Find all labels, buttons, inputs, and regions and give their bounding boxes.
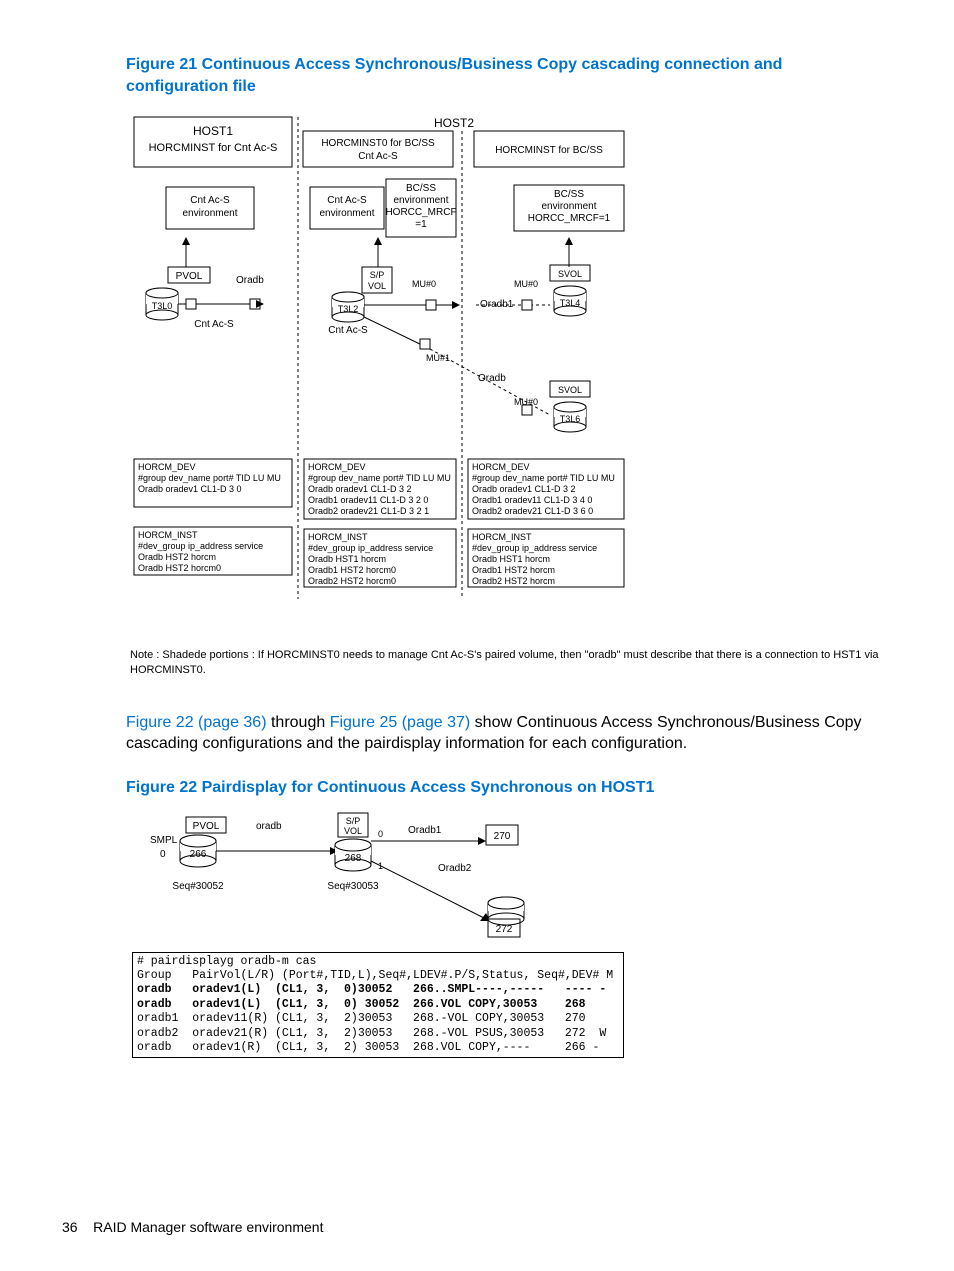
svg-text:0: 0 (378, 829, 383, 839)
svg-text:environment: environment (393, 195, 448, 206)
svg-text:VOL: VOL (368, 281, 386, 291)
svg-text:Seq#30052: Seq#30052 (172, 881, 224, 892)
svg-text:Oradb: Oradb (478, 373, 506, 384)
svg-text:=1: =1 (415, 219, 427, 230)
svg-text:PVOL: PVOL (176, 271, 203, 282)
svg-text:T3L2: T3L2 (338, 304, 359, 314)
svg-text:Cnt Ac-S: Cnt Ac-S (190, 195, 230, 206)
svg-text:HORCMINST0 for BC/SS: HORCMINST0 for BC/SS (321, 138, 435, 149)
svg-text:SMPL: SMPL (150, 835, 178, 846)
svg-text:environment: environment (182, 208, 237, 219)
figure-21-note: Note : Shadede portions : If HORCMINST0 … (130, 648, 889, 678)
svg-text:Oradb2: Oradb2 (438, 863, 472, 874)
figure-22-diagram: PVOL oradb SMPL 0 266 Seq#30052 S/P VOL … (138, 811, 558, 941)
page-footer: 36 RAID Manager software environment (62, 1219, 323, 1235)
svg-text:Oradb2 HST2 horcm: Oradb2 HST2 horcm (472, 576, 555, 586)
svg-text:272: 272 (496, 924, 513, 935)
svg-text:Oradb HST2 horcm: Oradb HST2 horcm (138, 552, 216, 562)
svg-text:HOST2: HOST2 (434, 116, 474, 130)
figure-22-code: # pairdisplayg oradb-m cas Group PairVol… (132, 952, 624, 1059)
svg-text:#dev_group ip_address servic: #dev_group ip_address service (308, 543, 433, 553)
svg-text:HORCM_INST: HORCM_INST (308, 532, 368, 542)
svg-text:Oradb2 oradev21 CL1-D 3 6 0: Oradb2 oradev21 CL1-D 3 6 0 (472, 506, 593, 516)
figure-22-title: Figure 22 Pairdisplay for Continuous Acc… (126, 777, 889, 799)
svg-text:Oradb1: Oradb1 (408, 825, 442, 836)
svg-text:environment: environment (541, 201, 596, 212)
svg-text:BC/SS: BC/SS (406, 183, 436, 194)
svg-text:Oradb1 oradev11 CL1-D 3 4 0: Oradb1 oradev11 CL1-D 3 4 0 (472, 495, 592, 505)
svg-text:HORCMINST for Cnt Ac-S: HORCMINST for Cnt Ac-S (149, 142, 278, 154)
svg-text:HORCM_INST: HORCM_INST (138, 530, 198, 540)
svg-text:Cnt Ac-S: Cnt Ac-S (328, 325, 368, 336)
svg-text:Cnt Ac-S: Cnt Ac-S (358, 151, 398, 162)
figure-21-title: Figure 21 Continuous Access Synchronous/… (126, 54, 889, 97)
svg-text:HORCM_INST: HORCM_INST (472, 532, 532, 542)
svg-text:#dev_group ip_address servic: #dev_group ip_address service (138, 541, 263, 551)
svg-text:#group dev_name port# TID LU M: #group dev_name port# TID LU MU (138, 473, 281, 483)
svg-text:Oradb oradev1 CL1-D 3 0: Oradb oradev1 CL1-D 3 0 (138, 484, 242, 494)
svg-text:PVOL: PVOL (193, 821, 220, 832)
svg-text:#group dev_name port# TID LU M: #group dev_name port# TID LU MU (472, 473, 615, 483)
footer-title: RAID Manager software environment (93, 1219, 323, 1235)
svg-text:HORCC_MRCF: HORCC_MRCF (385, 207, 456, 218)
svg-text:S/P: S/P (370, 270, 385, 280)
svg-text:Oradb1 HST2 horcm: Oradb1 HST2 horcm (472, 565, 555, 575)
svg-text:Oradb HST1 horcm: Oradb HST1 horcm (308, 554, 386, 564)
svg-text:Cnt Ac-S: Cnt Ac-S (327, 195, 367, 206)
svg-text:270: 270 (494, 831, 511, 842)
svg-text:Seq#30053: Seq#30053 (327, 881, 379, 892)
svg-text:HORCC_MRCF=1: HORCC_MRCF=1 (528, 213, 611, 224)
svg-text:0: 0 (160, 849, 166, 860)
svg-text:Oradb oradev1 CL1-D 3 2: Oradb oradev1 CL1-D 3 2 (472, 484, 576, 494)
svg-text:HOST1: HOST1 (193, 124, 233, 138)
svg-text:266: 266 (190, 849, 207, 860)
svg-text:VOL: VOL (344, 826, 362, 836)
figure-21-diagram: HOST1 HORCMINST for Cnt Ac-S HOST2 HORCM… (126, 109, 726, 629)
svg-text:Oradb1 oradev11 CL1-D 3 2 0: Oradb1 oradev11 CL1-D 3 2 0 (308, 495, 428, 505)
svg-text:Oradb oradev1 CL1-D 3 2: Oradb oradev1 CL1-D 3 2 (308, 484, 412, 494)
svg-text:environment: environment (319, 208, 374, 219)
svg-text:S/P: S/P (346, 816, 361, 826)
svg-text:HORCM_DEV: HORCM_DEV (138, 462, 196, 472)
svg-text:T3L4: T3L4 (560, 298, 581, 308)
svg-text:T3L6: T3L6 (560, 414, 581, 424)
svg-text:SVOL: SVOL (558, 385, 582, 395)
svg-text:Oradb HST2 horcm0: Oradb HST2 horcm0 (138, 563, 221, 573)
svg-text:Oradb1 HST2 horcm0: Oradb1 HST2 horcm0 (308, 565, 396, 575)
svg-text:SVOL: SVOL (558, 269, 582, 279)
link-figure-22[interactable]: Figure 22 (page 36) (126, 714, 267, 731)
svg-text:MU#0: MU#0 (514, 279, 538, 289)
svg-text:Cnt Ac-S: Cnt Ac-S (194, 319, 234, 330)
svg-text:Oradb2 HST2 horcm0: Oradb2 HST2 horcm0 (308, 576, 396, 586)
svg-text:BC/SS: BC/SS (554, 189, 584, 200)
svg-text:Oradb2 oradev21 CL1-D 3 2 1: Oradb2 oradev21 CL1-D 3 2 1 (308, 506, 429, 516)
svg-text:#group dev_name port# TID LU M: #group dev_name port# TID LU MU (308, 473, 451, 483)
svg-text:HORCM_DEV: HORCM_DEV (472, 462, 530, 472)
svg-text:T3L0: T3L0 (152, 301, 173, 311)
svg-text:oradb: oradb (256, 821, 282, 832)
svg-text:MU#0: MU#0 (514, 397, 538, 407)
svg-text:#dev_group ip_address servic: #dev_group ip_address service (472, 543, 597, 553)
svg-text:HORCM_DEV: HORCM_DEV (308, 462, 366, 472)
svg-text:HORCMINST for BC/SS: HORCMINST for BC/SS (495, 145, 603, 156)
svg-text:Oradb HST1 horcm: Oradb HST1 horcm (472, 554, 550, 564)
svg-text:Oradb: Oradb (236, 275, 264, 286)
body-paragraph: Figure 22 (page 36) through Figure 25 (p… (126, 712, 889, 755)
svg-text:268: 268 (345, 853, 362, 864)
page-number: 36 (62, 1219, 78, 1235)
svg-text:MU#0: MU#0 (412, 279, 436, 289)
link-figure-25[interactable]: Figure 25 (page 37) (330, 714, 471, 731)
